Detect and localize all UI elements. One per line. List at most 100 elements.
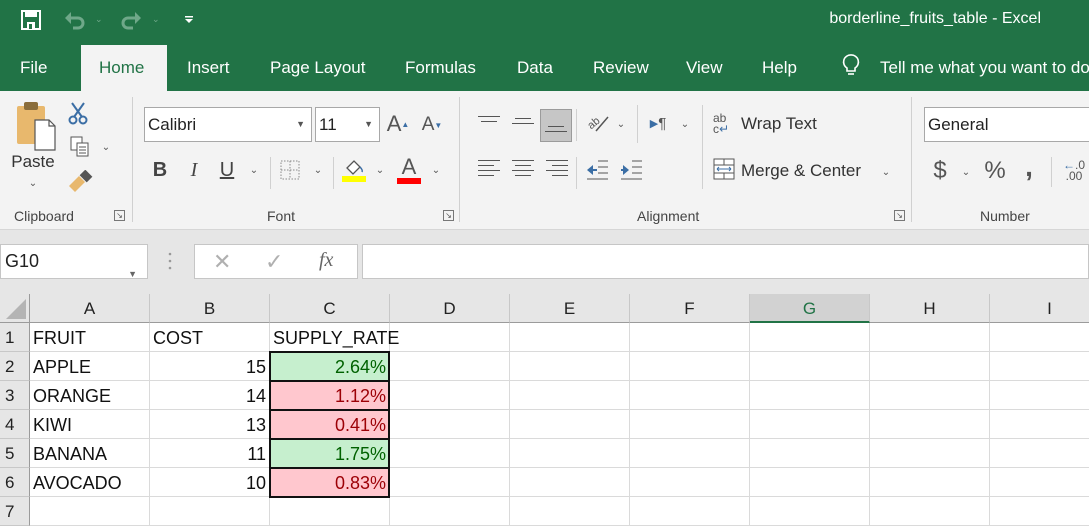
- cell-i4[interactable]: [990, 410, 1089, 439]
- cell-c2[interactable]: 2.64%: [270, 352, 390, 381]
- top-align-icon[interactable]: [476, 109, 502, 133]
- cell-c7[interactable]: [270, 497, 390, 526]
- cell-c1[interactable]: SUPPLY_RATE: [270, 323, 399, 352]
- cell-h3[interactable]: [870, 381, 990, 410]
- underline-button[interactable]: U: [215, 157, 239, 183]
- cell-c3[interactable]: 1.12%: [270, 381, 390, 410]
- select-all-button[interactable]: [0, 294, 30, 323]
- cell-d2[interactable]: [390, 352, 510, 381]
- row-header-4[interactable]: 4: [0, 410, 30, 439]
- wrap-text-button[interactable]: ab c↵ Wrap Text: [713, 111, 843, 137]
- column-header-g[interactable]: G: [750, 294, 870, 323]
- cell-c5[interactable]: 1.75%: [270, 439, 390, 468]
- middle-align-icon[interactable]: [510, 111, 536, 135]
- align-right-icon[interactable]: [544, 157, 570, 183]
- currency-button[interactable]: $: [930, 157, 950, 185]
- cell-e4[interactable]: [510, 410, 630, 439]
- row-header-5[interactable]: 5: [0, 439, 30, 468]
- cell-c6[interactable]: 0.83%: [270, 468, 390, 497]
- tab-formulas[interactable]: Formulas: [387, 45, 494, 91]
- cell-a3[interactable]: ORANGE: [30, 381, 150, 410]
- cell-f6[interactable]: [630, 468, 750, 497]
- increase-decimal-button[interactable]: ←.0 .00: [1060, 157, 1088, 185]
- font-launcher-icon[interactable]: ↘: [443, 210, 454, 221]
- merge-center-dropdown-icon[interactable]: ⌄: [880, 165, 892, 179]
- cell-g3[interactable]: [750, 381, 870, 410]
- column-header-c[interactable]: C: [270, 294, 390, 323]
- cell-g1[interactable]: [750, 323, 870, 352]
- tab-insert[interactable]: Insert: [169, 45, 248, 91]
- tab-help[interactable]: Help: [744, 45, 815, 91]
- copy-dropdown-icon[interactable]: ⌄: [100, 141, 112, 153]
- cell-b4[interactable]: 13: [150, 410, 270, 439]
- text-direction-dropdown-icon[interactable]: ⌄: [679, 117, 691, 131]
- alignment-launcher-icon[interactable]: ↘: [894, 210, 905, 221]
- format-painter-icon[interactable]: [66, 169, 94, 193]
- cut-icon[interactable]: [66, 101, 90, 125]
- enter-icon[interactable]: ✓: [265, 249, 283, 275]
- cell-c4[interactable]: 0.41%: [270, 410, 390, 439]
- cell-b7[interactable]: [150, 497, 270, 526]
- cell-h6[interactable]: [870, 468, 990, 497]
- cell-d1[interactable]: [390, 323, 510, 352]
- decrease-font-size-icon[interactable]: A ▼: [420, 113, 444, 137]
- tab-home[interactable]: Home: [81, 45, 167, 91]
- column-header-f[interactable]: F: [630, 294, 750, 323]
- cell-e1[interactable]: [510, 323, 630, 352]
- name-box[interactable]: G10 ▼: [0, 244, 148, 279]
- cell-b6[interactable]: 10: [150, 468, 270, 497]
- cell-h1[interactable]: [870, 323, 990, 352]
- cell-g4[interactable]: [750, 410, 870, 439]
- currency-dropdown-icon[interactable]: ⌄: [960, 165, 972, 179]
- cell-f3[interactable]: [630, 381, 750, 410]
- cell-h4[interactable]: [870, 410, 990, 439]
- number-format-select[interactable]: General: [924, 107, 1089, 142]
- redo-icon[interactable]: [118, 8, 144, 32]
- align-center-icon[interactable]: [510, 157, 536, 183]
- bold-button[interactable]: B: [148, 157, 172, 183]
- cell-b2[interactable]: 15: [150, 352, 270, 381]
- cell-f4[interactable]: [630, 410, 750, 439]
- cell-d4[interactable]: [390, 410, 510, 439]
- cell-e7[interactable]: [510, 497, 630, 526]
- cell-f7[interactable]: [630, 497, 750, 526]
- cell-e6[interactable]: [510, 468, 630, 497]
- cell-g7[interactable]: [750, 497, 870, 526]
- redo-dropdown-icon[interactable]: ⌄: [152, 14, 160, 25]
- copy-icon[interactable]: [68, 135, 92, 159]
- cell-a5[interactable]: BANANA: [30, 439, 150, 468]
- cell-g6[interactable]: [750, 468, 870, 497]
- font-name-select[interactable]: Calibri ▼: [144, 107, 312, 142]
- paste-icon[interactable]: [12, 99, 58, 153]
- cell-i1[interactable]: [990, 323, 1089, 352]
- cancel-icon[interactable]: ✕: [213, 249, 231, 275]
- paste-button[interactable]: Paste: [8, 151, 58, 173]
- fill-color-dropdown-icon[interactable]: ⌄: [374, 163, 386, 177]
- cell-a2[interactable]: APPLE: [30, 352, 150, 381]
- orientation-dropdown-icon[interactable]: ⌄: [615, 117, 627, 131]
- column-header-e[interactable]: E: [510, 294, 630, 323]
- cell-i3[interactable]: [990, 381, 1089, 410]
- insert-function-icon[interactable]: fx: [319, 249, 333, 272]
- tell-me-search[interactable]: Tell me what you want to do: [838, 45, 1089, 91]
- cell-h7[interactable]: [870, 497, 990, 526]
- formula-input[interactable]: [362, 244, 1089, 279]
- cell-i6[interactable]: [990, 468, 1089, 497]
- cell-f5[interactable]: [630, 439, 750, 468]
- cell-b3[interactable]: 14: [150, 381, 270, 410]
- tab-data[interactable]: Data: [499, 45, 571, 91]
- cell-f1[interactable]: [630, 323, 750, 352]
- save-icon[interactable]: [18, 8, 44, 32]
- cell-b5[interactable]: 11: [150, 439, 270, 468]
- cell-a1[interactable]: FRUIT: [30, 323, 150, 352]
- column-header-b[interactable]: B: [150, 294, 270, 323]
- bottom-align-icon[interactable]: [540, 109, 572, 142]
- row-header-6[interactable]: 6: [0, 468, 30, 497]
- increase-indent-icon[interactable]: [618, 157, 644, 183]
- tab-page-layout[interactable]: Page Layout: [252, 45, 383, 91]
- borders-icon[interactable]: [279, 159, 301, 181]
- paste-dropdown-icon[interactable]: ⌄: [26, 177, 40, 189]
- cell-f2[interactable]: [630, 352, 750, 381]
- column-header-i[interactable]: I: [990, 294, 1089, 323]
- font-size-select[interactable]: 11 ▼: [315, 107, 380, 142]
